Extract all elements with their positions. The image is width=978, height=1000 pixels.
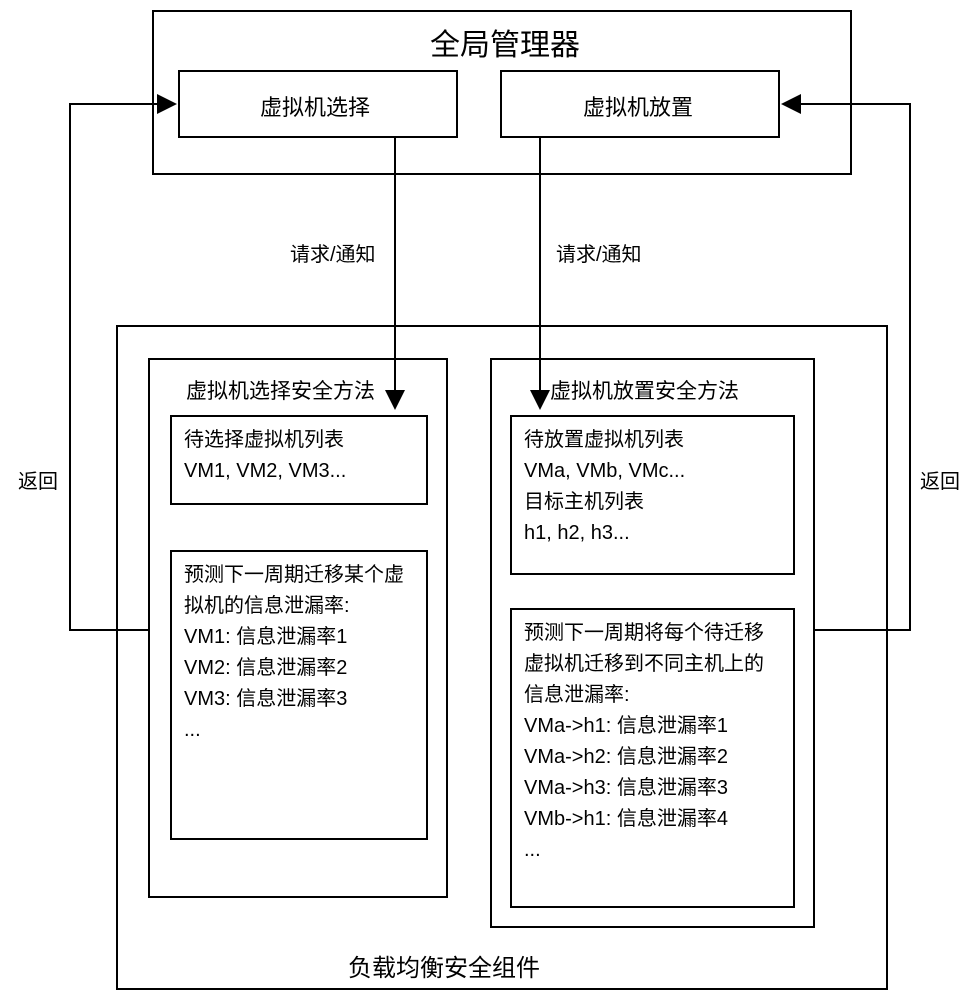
diagram-arrows [0, 0, 978, 1000]
